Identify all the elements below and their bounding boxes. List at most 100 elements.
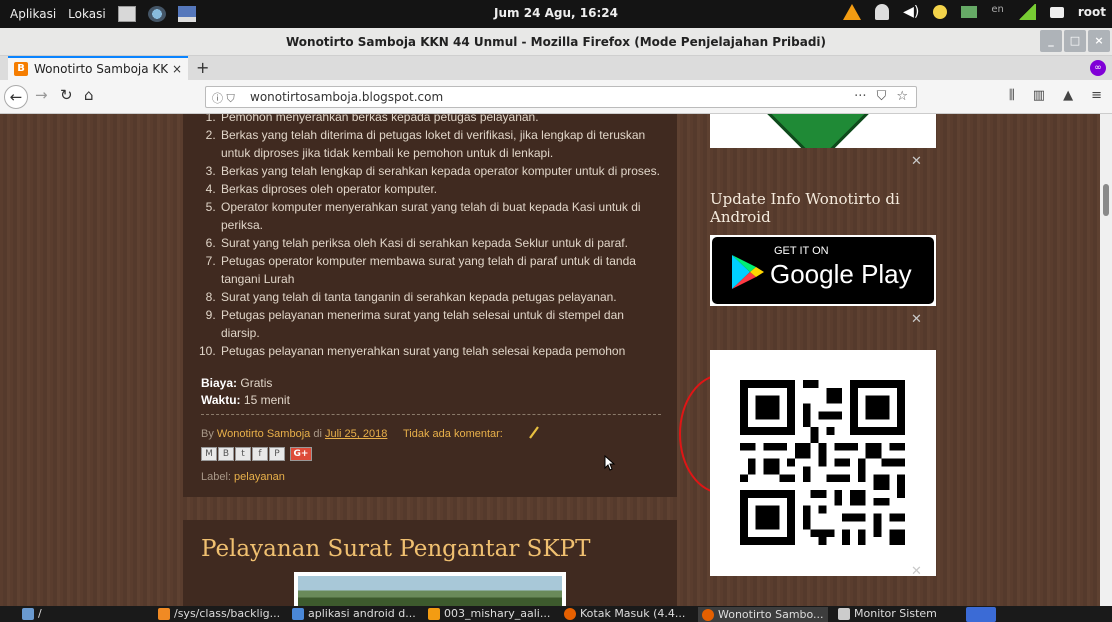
taskbar-label: Kotak Masuk (4.4... [580, 607, 686, 620]
share-twitter-icon[interactable]: t [235, 447, 251, 461]
vlc-icon[interactable] [843, 4, 862, 20]
list-item: Petugas pelayanan menerima surat yang te… [219, 306, 663, 342]
taskbar-label: Wonotirto Sambo... [718, 608, 824, 621]
cost-line: Biaya: Gratis [201, 376, 272, 390]
tab-strip: B Wonotirto Samboja KKN × + ∞ [0, 56, 1112, 80]
url-bar[interactable]: ⓘ ⛉ wonotirtosamboja.blogspot.com ··· ⛉ … [205, 86, 917, 108]
page-viewport[interactable]: Pemohon menyerahkan berkas kepada petuga… [0, 114, 1112, 606]
author-link[interactable]: Wonotirto Samboja [217, 428, 310, 440]
qr-code-widget[interactable] [710, 350, 936, 576]
list-item: Operator komputer menyerahkan surat yang… [219, 198, 663, 234]
post-image[interactable] [294, 572, 566, 606]
maximize-button[interactable]: □ [1064, 30, 1086, 52]
label-link[interactable]: pelayanan [234, 471, 285, 483]
taskbar-label: aplikasi android d... [308, 607, 416, 620]
taskbar-item[interactable]: /sys/class/backlig... [158, 607, 280, 620]
extension-icon[interactable]: ▲ [1063, 88, 1073, 103]
window-title: Wonotirto Samboja KKN 44 Unmul - Mozilla… [285, 35, 827, 49]
post-title[interactable]: Pelayanan Surat Pengantar SKPT [201, 536, 590, 562]
taskbar-label: /sys/class/backlig... [174, 607, 281, 620]
list-item: Surat yang telah periksa oleh Kasi di se… [219, 234, 663, 252]
site-info-icon[interactable]: ⓘ ⛉ [212, 90, 235, 106]
taskbar-item[interactable]: Kotak Masuk (4.4... [564, 607, 685, 620]
taskbar-workspace[interactable] [966, 607, 996, 622]
post-footer-divider [201, 414, 661, 415]
wrench-icon[interactable]: ✕ [911, 312, 925, 327]
scrollbar-thumb[interactable] [1103, 184, 1109, 216]
vertical-scrollbar[interactable] [1100, 114, 1112, 606]
volume-icon[interactable]: ◀) [903, 4, 919, 20]
bookmark-star-icon[interactable]: ☆ [896, 89, 908, 104]
wrench-icon[interactable]: ✕ [911, 154, 925, 169]
wifi-signal-icon[interactable] [1017, 4, 1036, 20]
keyboard-layout[interactable]: en [991, 4, 1004, 20]
desktop-top-panel: Aplikasi Lokasi Jum 24 Agu, 16:24 ◀) en … [0, 0, 1112, 28]
system-monitor-icon [838, 607, 850, 620]
byline-by: By [201, 428, 214, 440]
url-text[interactable]: wonotirtosamboja.blogspot.com [250, 90, 443, 104]
page-actions-icon[interactable]: ··· [854, 89, 866, 104]
user-name[interactable]: root [1078, 5, 1106, 19]
tab-label: Wonotirto Samboja KKN [34, 62, 168, 76]
forward-button[interactable]: → [35, 86, 48, 104]
share-email-icon[interactable]: M [201, 447, 217, 461]
new-tab-button[interactable]: + [196, 58, 209, 77]
library-icon[interactable]: ⫼ [1009, 88, 1015, 103]
menu-icon[interactable]: ≡ [1091, 88, 1102, 103]
wrench-icon[interactable]: ✕ [911, 564, 925, 579]
brightness-icon[interactable] [933, 5, 948, 19]
google-play-icon [732, 255, 764, 289]
chat-icon[interactable] [1049, 6, 1064, 18]
reload-button[interactable]: ↻ [60, 86, 73, 104]
list-item: Petugas pelayanan menyerahkan surat yang… [219, 342, 663, 360]
sidebar-logo-widget [710, 114, 936, 148]
label-prefix: Label: [201, 471, 231, 483]
google-play-badge[interactable]: GET IT ON Google Play [710, 235, 936, 306]
edit-pencil-icon[interactable] [528, 424, 540, 440]
home-button[interactable]: ⌂ [84, 86, 94, 104]
minimize-button[interactable]: _ [1040, 30, 1062, 52]
cost-label: Biaya: [201, 376, 238, 390]
list-item: Berkas yang telah lengkap di serahkan ke… [219, 162, 663, 180]
firefox-icon [966, 607, 996, 622]
image-viewer-icon [292, 607, 304, 620]
tab-active[interactable]: B Wonotirto Samboja KKN × [8, 56, 188, 80]
taskbar-item[interactable]: Monitor Sistem [838, 607, 937, 620]
taskbar-item[interactable]: / [22, 607, 42, 620]
sublime-icon [158, 607, 170, 620]
share-pinterest-icon[interactable]: P [269, 447, 285, 461]
share-facebook-icon[interactable]: f [252, 447, 268, 461]
tab-close-icon[interactable]: × [172, 62, 182, 76]
close-button[interactable]: × [1088, 30, 1110, 52]
private-browsing-icon: ∞ [1090, 60, 1106, 76]
list-item: Pemohon menyerahkan berkas kepada petuga… [219, 114, 663, 126]
sidebar-icon[interactable]: ▥ [1033, 88, 1045, 103]
list-item: Berkas diproses oleh operator komputer. [219, 180, 663, 198]
firefox-icon [702, 608, 714, 621]
mouse-cursor-icon [604, 455, 616, 471]
pocket-icon[interactable]: ⛉ [877, 89, 887, 104]
time-value: 15 menit [243, 393, 290, 407]
list-item: Petugas operator komputer membawa surat … [219, 252, 663, 288]
post-labels: Label: pelayanan [201, 471, 285, 483]
folder-icon [22, 607, 34, 620]
blogger-icon: B [14, 62, 28, 76]
share-blog-icon[interactable]: B [218, 447, 234, 461]
navigation-toolbar: ← → ↻ ⌂ ⓘ ⛉ wonotirtosamboja.blogspot.co… [0, 80, 1112, 114]
window-titlebar: Wonotirto Samboja KKN 44 Unmul - Mozilla… [0, 28, 1112, 56]
share-buttons: M B t f P G+ [201, 447, 312, 461]
gplay-big-text: Google Play [770, 259, 912, 289]
user-icon[interactable] [875, 4, 890, 20]
comments-link[interactable]: Tidak ada komentar: [403, 428, 503, 440]
byline-di: di [313, 428, 322, 440]
network-icon[interactable] [961, 6, 978, 18]
blog-post-2: Pelayanan Surat Pengantar SKPT [183, 520, 677, 606]
post-date-link[interactable]: Juli 25, 2018 [325, 428, 387, 440]
taskbar-item-active[interactable]: Wonotirto Sambo... [698, 607, 828, 622]
back-button[interactable]: ← [4, 85, 28, 109]
share-gplus-button[interactable]: G+ [290, 447, 312, 461]
firefox-icon [564, 607, 576, 620]
taskbar-item[interactable]: aplikasi android d... [292, 607, 416, 620]
taskbar-item[interactable]: 003_mishary_aali... [428, 607, 550, 620]
gplay-small-text: GET IT ON [774, 245, 829, 257]
